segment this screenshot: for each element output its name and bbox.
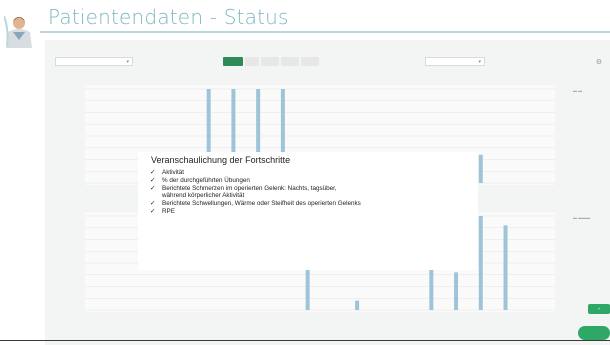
list-item-text: % der durchgeführten Übungen bbox=[162, 177, 250, 184]
settings-icon[interactable]: ⚙ bbox=[596, 58, 602, 66]
title-divider bbox=[40, 31, 610, 33]
title-bar: Patientendaten - Status bbox=[0, 0, 610, 48]
checkmark-icon: ✓ bbox=[150, 208, 156, 216]
list-item-text: RPE bbox=[162, 208, 175, 216]
tab-5[interactable] bbox=[301, 57, 319, 66]
page-title: Patientendaten - Status bbox=[48, 5, 289, 29]
checkmark-icon: ✓ bbox=[150, 200, 156, 208]
doctor-avatar-icon bbox=[4, 10, 34, 48]
list-item: ✓ Aktivität bbox=[148, 169, 473, 176]
chart-bar bbox=[478, 216, 483, 310]
progress-overlay: Veranschaulichung der Fortschritte ✓ Akti… bbox=[138, 152, 478, 270]
list-item: ✓ Berichtete Schwellungen, Wärme oder Ste… bbox=[148, 200, 473, 207]
period-tabs bbox=[223, 57, 319, 66]
list-item: ✓ RPE bbox=[148, 208, 473, 215]
chart1-legend: ▬ ▬ bbox=[573, 88, 583, 93]
checkmark-icon: ✓ bbox=[150, 177, 156, 184]
add-button[interactable]: + bbox=[588, 304, 610, 314]
list-item-text: Aktivität bbox=[162, 169, 185, 176]
patient-select[interactable]: ▾ bbox=[55, 57, 133, 66]
slide: Patientendaten - Status ▾ ▾ ⚙ ▬ ▬ ▬ ▬▬▬ … bbox=[0, 0, 610, 345]
chevron-down-icon: ▾ bbox=[126, 59, 129, 65]
chart-bar bbox=[355, 300, 360, 310]
tab-1[interactable] bbox=[223, 57, 243, 66]
chart-bar bbox=[454, 272, 459, 310]
chart2-legend: ▬ ▬▬▬ bbox=[573, 215, 591, 220]
action-button[interactable] bbox=[578, 326, 610, 340]
bottom-divider bbox=[0, 340, 610, 341]
filter-select[interactable]: ▾ bbox=[425, 57, 485, 66]
chart-bar bbox=[478, 154, 483, 183]
list-item-text: Berichtete Schmerzen im operierten Gelen… bbox=[162, 185, 337, 192]
overlay-heading: Veranschaulichung der Fortschritte bbox=[151, 155, 291, 165]
chevron-down-icon: ▾ bbox=[478, 59, 481, 65]
tab-2[interactable] bbox=[245, 57, 259, 66]
tab-3[interactable] bbox=[261, 57, 279, 66]
tab-4[interactable] bbox=[281, 57, 299, 66]
overlay-list: ✓ Aktivität ✓ % der durchgeführten Übungen… bbox=[148, 169, 473, 216]
checkmark-icon: ✓ bbox=[150, 169, 156, 176]
checkmark-icon: ✓ bbox=[150, 185, 156, 192]
chart-bar bbox=[503, 225, 508, 310]
list-item: ✓ % der durchgeführten Übungen bbox=[148, 177, 473, 184]
list-item-text-cont: während körperlicher Aktivität bbox=[162, 192, 245, 200]
list-item-text: Berichtete Schwellungen, Wärme oder Stei… bbox=[162, 200, 361, 208]
list-item: ✓ Berichtete Schmerzen im operierten Gele… bbox=[148, 185, 473, 200]
